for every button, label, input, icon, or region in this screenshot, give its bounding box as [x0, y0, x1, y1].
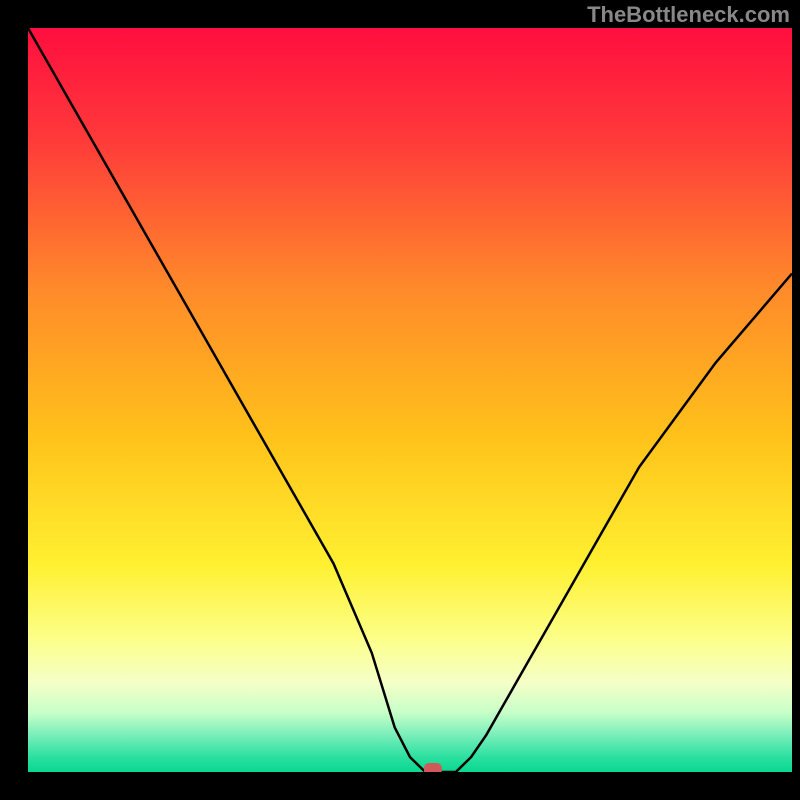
bottleneck-chart: [28, 28, 792, 772]
current-position-marker: [424, 763, 442, 772]
chart-container: [28, 28, 792, 772]
chart-background: [28, 28, 792, 772]
attribution-text: TheBottleneck.com: [587, 2, 790, 28]
